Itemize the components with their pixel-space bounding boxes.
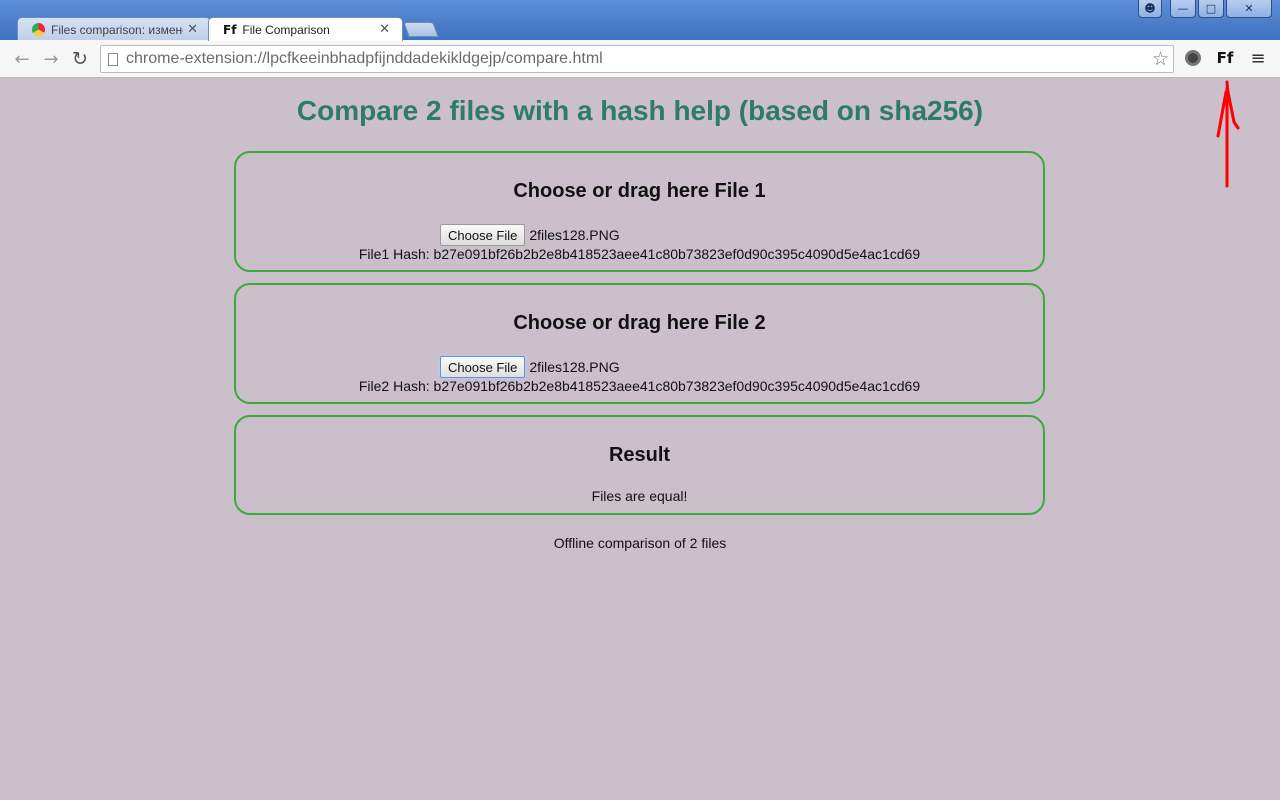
bookmark-star-icon[interactable]: ☆ (1152, 48, 1169, 70)
file1-hash: File1 Hash: b27e091bf26b2b2e8b418523aee4… (358, 246, 921, 262)
address-bar[interactable]: chrome-extension://lpcfkeeinbhadpfijndda… (100, 45, 1174, 73)
new-tab-button[interactable] (403, 22, 439, 37)
tab-close-icon[interactable]: ✕ (187, 22, 198, 37)
user-profile-icon[interactable]: ☻ (1138, 0, 1162, 18)
tab-file-comparison[interactable]: Ff File Comparison ✕ (208, 17, 403, 41)
url-text[interactable]: chrome-extension://lpcfkeeinbhadpfijndda… (126, 50, 1152, 68)
file2-name: 2files128.PNG (529, 359, 620, 375)
file1-input: Choose File 2files128.PNG (440, 224, 620, 246)
tab-label: Files comparison: изменение (51, 22, 183, 37)
file2-hash: File2 Hash: b27e091bf26b2b2e8b418523aee4… (358, 378, 921, 394)
page-icon (108, 52, 118, 66)
close-window-icon[interactable]: ✕ (1226, 0, 1272, 18)
page-title: Compare 2 files with a hash help (based … (296, 95, 984, 126)
ff-favicon-icon: Ff (223, 22, 237, 37)
webcam-extension-icon[interactable] (1183, 48, 1203, 68)
tab-close-icon[interactable]: ✕ (379, 22, 390, 37)
file2-heading: Choose or drag here File 2 (513, 312, 766, 334)
window-controls: ☻ — □ ✕ (1138, 0, 1272, 18)
file2-dropzone[interactable]: Choose or drag here File 2 Choose File 2… (234, 283, 1045, 404)
ff-extension-icon[interactable]: Ff (1215, 48, 1235, 68)
file1-heading: Choose or drag here File 1 (513, 180, 766, 202)
hamburger-menu-icon[interactable]: ≡ (1248, 48, 1268, 69)
file2-input: Choose File 2files128.PNG (440, 356, 620, 378)
minimize-icon[interactable]: — (1170, 0, 1196, 18)
reload-icon[interactable]: ↻ (69, 48, 91, 70)
tab-files-comparison[interactable]: Files comparison: изменение ✕ (17, 17, 211, 41)
result-heading: Result (608, 444, 671, 466)
file1-choose-button[interactable]: Choose File (440, 224, 526, 246)
tab-label: File Comparison (242, 22, 330, 37)
result-text: Files are equal! (591, 488, 688, 504)
browser-toolbar: ← → ↻ chrome-extension://lpcfkeeinbhadpf… (0, 40, 1280, 78)
back-arrow-icon[interactable]: ← (11, 48, 33, 70)
file1-dropzone[interactable]: Choose or drag here File 1 Choose File 2… (234, 151, 1045, 272)
file2-choose-button[interactable]: Choose File (440, 356, 526, 378)
colorful-favicon-icon (32, 23, 45, 36)
file1-name: 2files128.PNG (529, 227, 620, 243)
maximize-icon[interactable]: □ (1198, 0, 1224, 18)
footer-note: Offline comparison of 2 files (553, 535, 727, 551)
forward-arrow-icon[interactable]: → (40, 48, 62, 70)
result-panel: Result Files are equal! (234, 415, 1045, 515)
